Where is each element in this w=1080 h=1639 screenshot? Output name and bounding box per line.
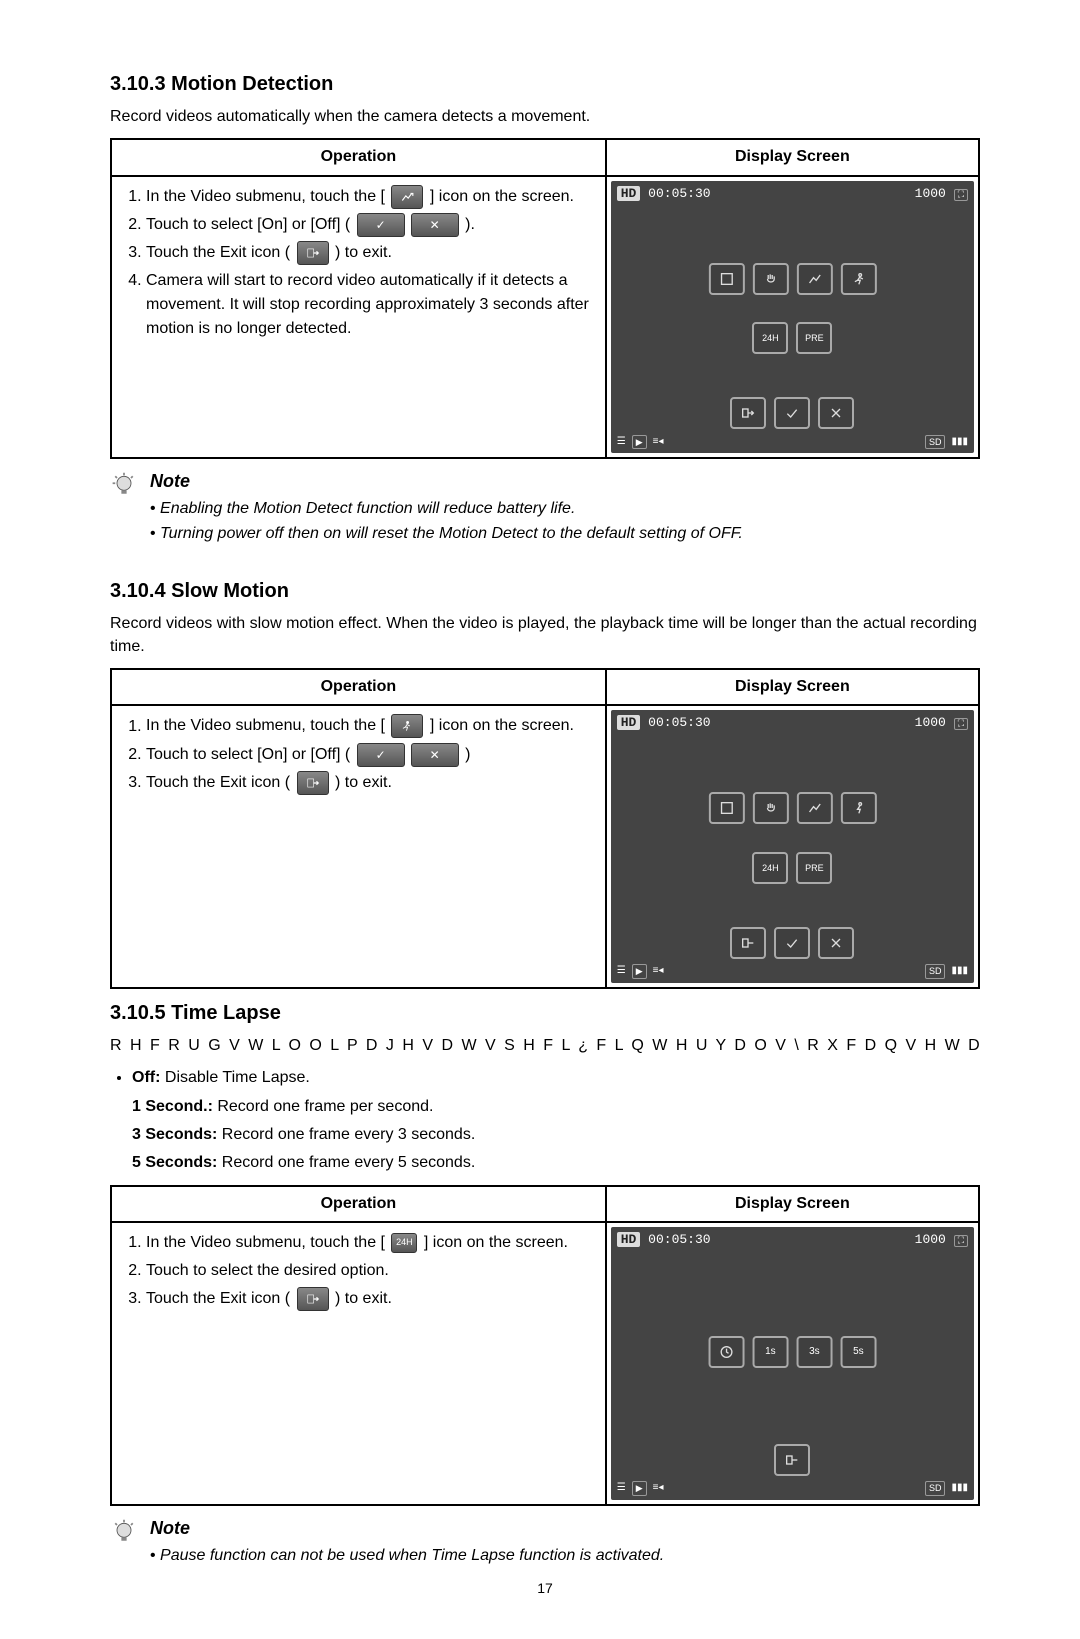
grid-icon xyxy=(708,263,744,295)
display-screen-motion: HD 00:05:30 1000 ⛶ 24H PRE xyxy=(606,176,979,458)
col-operation: Operation xyxy=(111,669,606,705)
three-seconds-icon: 3s xyxy=(796,1336,832,1368)
24h-icon: 24H xyxy=(752,322,788,354)
x-cell-icon xyxy=(818,927,854,959)
time-lapse-options: Off: Disable Time Lapse. 1 Second.: Reco… xyxy=(110,1067,980,1175)
note-item: Turning power off then on will reset the… xyxy=(150,523,743,545)
page-number: 17 xyxy=(110,1579,980,1599)
intro-motion-detection: Record videos automatically when the cam… xyxy=(110,106,980,128)
x-icon: ✕ xyxy=(411,743,459,767)
24h-icon: 24H xyxy=(391,1233,417,1253)
pre-icon: PRE xyxy=(796,322,832,354)
check-icon: ✓ xyxy=(357,213,405,237)
x-cell-icon xyxy=(818,397,854,429)
display-screen-slow: HD 00:05:30 1000 ⛶ 24H PRE xyxy=(606,705,979,987)
step-1: In the Video submenu, touch the [ 24H ] … xyxy=(146,1231,597,1255)
x-icon: ✕ xyxy=(411,213,459,237)
note-title: Note xyxy=(150,469,743,494)
heading-slow-motion: 3.10.4 Slow Motion xyxy=(110,577,980,605)
motion-icon xyxy=(796,263,832,295)
exit-cell-icon xyxy=(730,397,766,429)
note-motion-detection: Note Enabling the Motion Detect function… xyxy=(110,469,980,547)
one-second-icon: 1s xyxy=(752,1336,788,1368)
exit-icon xyxy=(297,241,329,265)
note-item: Enabling the Motion Detect function will… xyxy=(150,498,743,520)
check-cell-icon xyxy=(774,397,810,429)
motion-detect-icon xyxy=(391,185,423,209)
step-3: Touch the Exit icon ( ) to exit. xyxy=(146,241,597,265)
display-screen-lapse: HD 00:05:30 1000 ⛶ 1s 3s 5s ☰▶≡◂ SD▮▮▮ xyxy=(606,1222,979,1504)
off-clock-icon xyxy=(708,1336,744,1368)
intro-slow-motion: Record videos with slow motion effect. W… xyxy=(110,613,980,658)
note-title: Note xyxy=(150,1516,664,1541)
motion-icon xyxy=(796,792,832,824)
step-3: Touch the Exit icon ( ) to exit. xyxy=(146,771,597,795)
check-icon: ✓ xyxy=(357,743,405,767)
hand-icon xyxy=(752,263,788,295)
lightbulb-icon xyxy=(110,1518,138,1570)
note-time-lapse: Note Pause function can not be used when… xyxy=(110,1516,980,1570)
intro-time-lapse-garbled: R H F R U G V W L O O L P D J H V D W V … xyxy=(110,1035,980,1057)
col-operation: Operation xyxy=(111,139,606,175)
table-slow-motion: Operation Display Screen In the Video su… xyxy=(110,668,980,989)
col-operation: Operation xyxy=(111,1186,606,1222)
step-2: Touch to select the desired option. xyxy=(146,1259,597,1283)
step-4: Camera will start to record video automa… xyxy=(146,269,597,341)
step-1: In the Video submenu, touch the [ ] icon… xyxy=(146,714,597,738)
col-display-screen: Display Screen xyxy=(606,1186,979,1222)
step-1: In the Video submenu, touch the [ ] icon… xyxy=(146,185,597,209)
hand-icon xyxy=(752,792,788,824)
lightbulb-icon xyxy=(110,471,138,547)
24h-icon: 24H xyxy=(752,852,788,884)
exit-icon xyxy=(297,1287,329,1311)
col-display-screen: Display Screen xyxy=(606,139,979,175)
table-time-lapse: Operation Display Screen In the Video su… xyxy=(110,1185,980,1506)
step-2: Touch to select [On] or [Off] ( ✓ ✕ ). xyxy=(146,213,597,237)
runner-icon xyxy=(840,263,876,295)
slow-motion-icon xyxy=(391,714,423,738)
note-item: Pause function can not be used when Time… xyxy=(150,1545,664,1567)
runner-icon xyxy=(840,792,876,824)
check-cell-icon xyxy=(774,927,810,959)
heading-motion-detection: 3.10.3 Motion Detection xyxy=(110,70,980,98)
step-2: Touch to select [On] or [Off] ( ✓ ✕ ) xyxy=(146,743,597,767)
exit-icon xyxy=(297,771,329,795)
step-3: Touch the Exit icon ( ) to exit. xyxy=(146,1287,597,1311)
five-seconds-icon: 5s xyxy=(840,1336,876,1368)
grid-icon xyxy=(708,792,744,824)
exit-cell-icon xyxy=(774,1444,810,1476)
col-display-screen: Display Screen xyxy=(606,669,979,705)
exit-cell-icon xyxy=(730,927,766,959)
heading-time-lapse: 3.10.5 Time Lapse xyxy=(110,999,980,1027)
table-motion-detection: Operation Display Screen In the Video su… xyxy=(110,138,980,459)
pre-icon: PRE xyxy=(796,852,832,884)
